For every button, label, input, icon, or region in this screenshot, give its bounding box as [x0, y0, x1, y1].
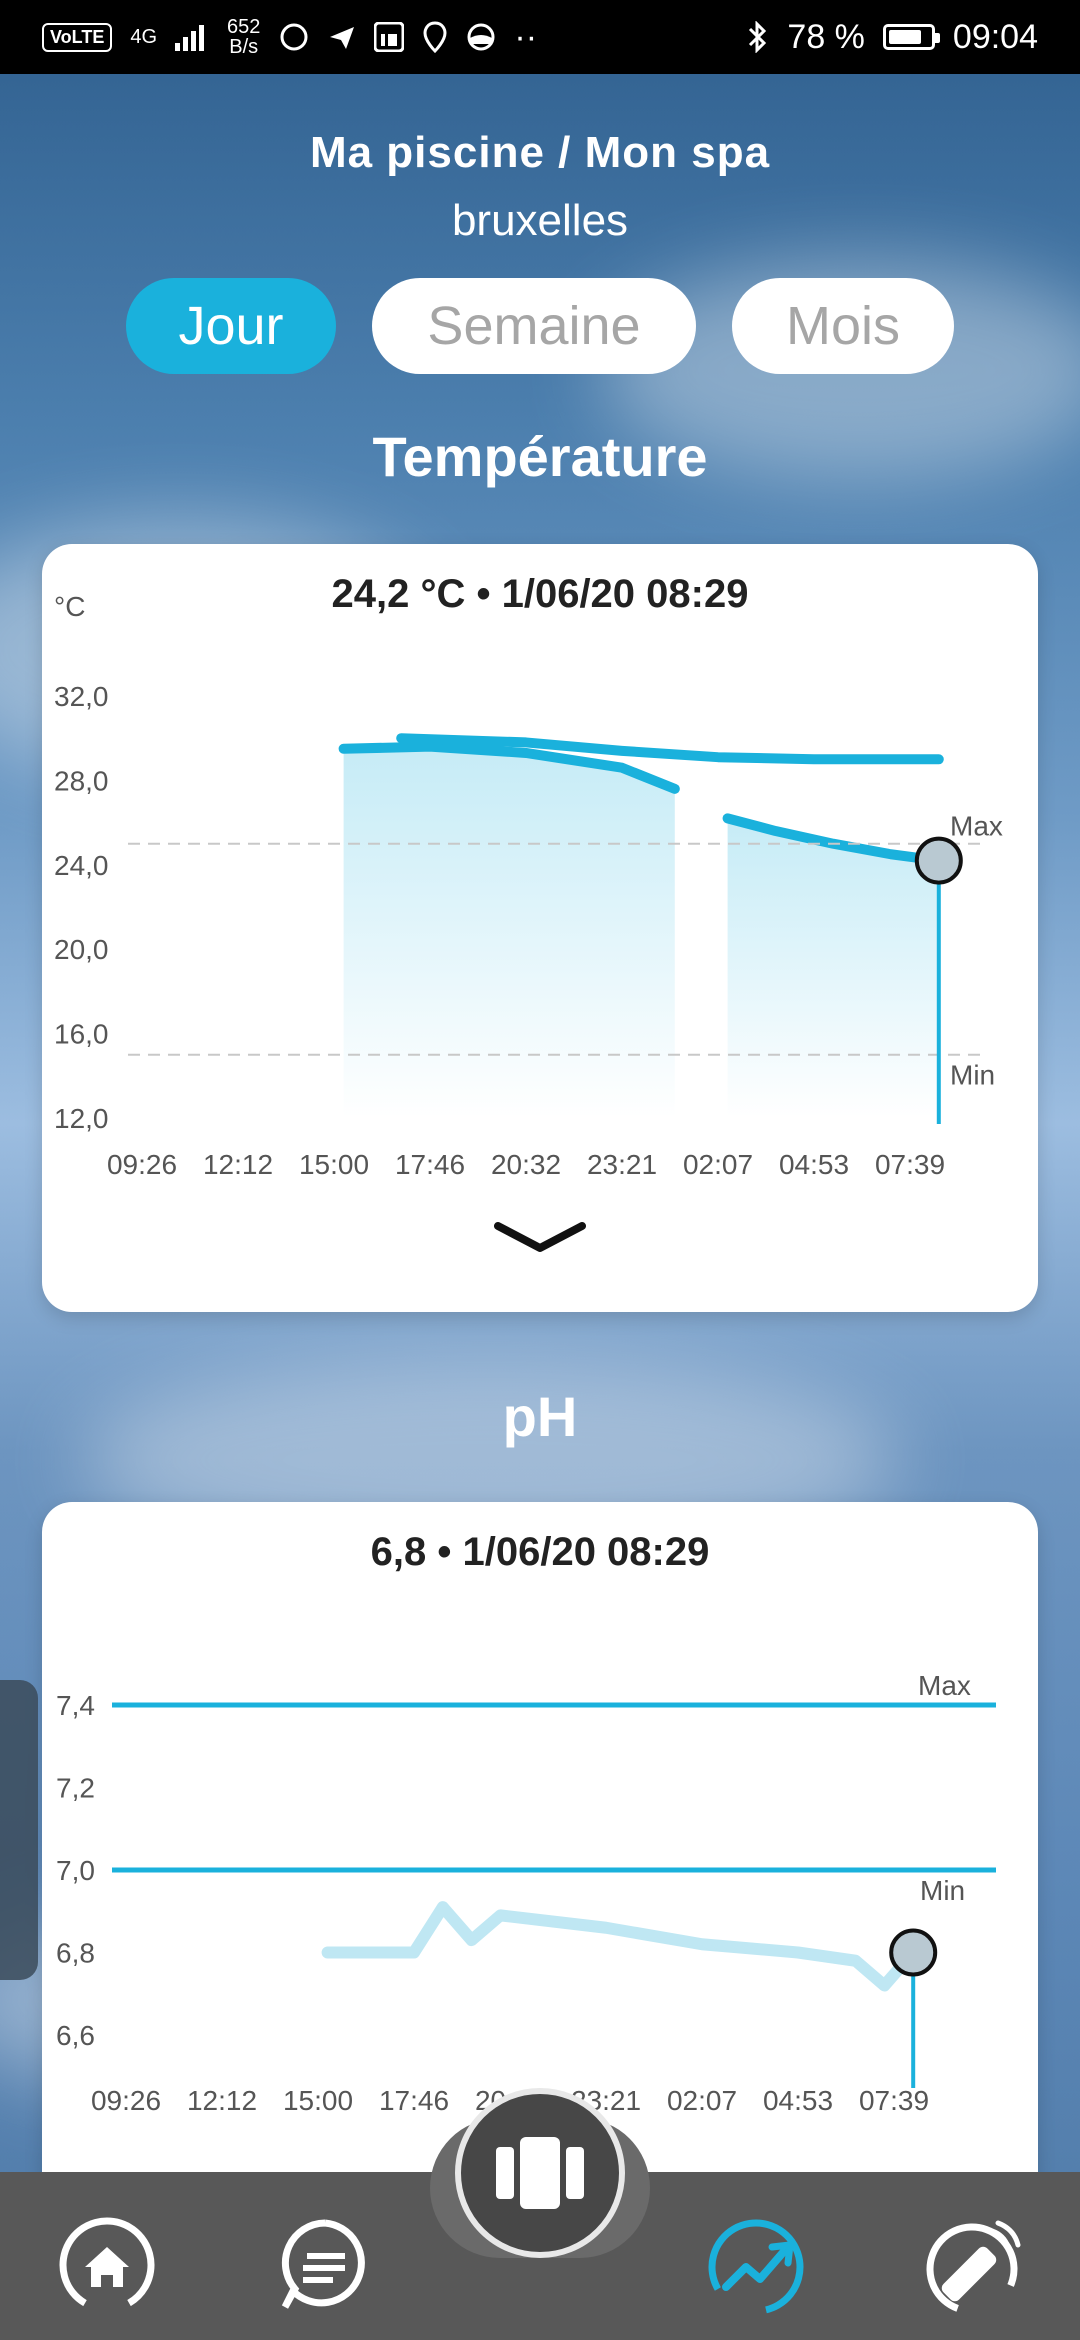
nav-home[interactable]: [52, 2210, 162, 2320]
location-subtitle: bruxelles: [451, 196, 629, 245]
tab-jour[interactable]: Jour: [126, 278, 336, 374]
y-tick-label: 16,0: [54, 1019, 109, 1050]
net-speed: 652 B/s: [227, 17, 260, 57]
tab-mois[interactable]: Mois: [732, 278, 954, 374]
signal-label: 4G: [130, 26, 158, 48]
messages-icon: [281, 2219, 365, 2309]
signal-icon: [175, 25, 205, 51]
max-label: Max: [918, 1670, 971, 1701]
temperature-card: 24,2 °C • 1/06/20 08:29 °C 32,0 28,0 24,0 2…: [42, 544, 1038, 1312]
pool-app-icon: [467, 23, 495, 51]
x-tick-label: 23:21: [587, 1149, 657, 1180]
net-speed-value: 652: [227, 16, 261, 38]
x-tick-label: 12:12: [203, 1149, 273, 1180]
x-tick-label: 09:26: [91, 2085, 161, 2116]
center-device-icon: [496, 2137, 584, 2209]
y-tick-label: 6,6: [56, 2020, 95, 2051]
nav-remote[interactable]: [920, 2210, 1030, 2320]
x-tick-label: 17:46: [379, 2085, 449, 2116]
chevron-down-icon[interactable]: [490, 1214, 590, 1264]
page-title: Ma piscine / Mon spa: [309, 128, 771, 177]
battery-icon: [882, 24, 940, 50]
temperature-chart[interactable]: °C 32,0 28,0 24,0 20,0 16,0 12,0 09:26 12:12 15…: [42, 544, 1038, 1312]
x-tick-label: 09:26: [107, 1149, 177, 1180]
whatsapp-icon: [280, 23, 308, 51]
nav-stats[interactable]: [702, 2210, 812, 2320]
current-value-marker[interactable]: [914, 836, 963, 885]
ph-section-title: pH: [502, 1385, 578, 1448]
y-tick-label: 7,2: [56, 1773, 95, 1804]
min-label: Min: [920, 1875, 965, 1906]
status-bar: VoLTE 4G 652 B/s ·· 78 % 09:04: [0, 0, 1080, 74]
temperature-area: [343, 746, 675, 1118]
x-tick-label: 07:39: [859, 2085, 929, 2116]
x-tick-label: 02:07: [683, 1149, 753, 1180]
clock: 09:04: [952, 17, 1038, 56]
x-tick-label: 02:07: [667, 2085, 737, 2116]
current-value-marker[interactable]: [889, 1928, 938, 1977]
min-label: Min: [950, 1060, 995, 1091]
y-tick-label: 7,0: [56, 1855, 95, 1886]
side-drawer-handle[interactable]: [0, 1680, 38, 1980]
x-tick-label: 15:00: [299, 1149, 369, 1180]
y-tick-label: 24,0: [54, 850, 109, 881]
tab-semaine[interactable]: Semaine: [372, 278, 696, 374]
network-badge: VoLTE: [42, 22, 113, 52]
x-tick-label: 15:00: [283, 2085, 353, 2116]
more-notifications: ··: [514, 17, 538, 56]
x-tick-label: 20:32: [491, 1149, 561, 1180]
temperature-section-title: Température: [372, 425, 708, 488]
x-tick-label: 12:12: [187, 2085, 257, 2116]
stats-icon: [708, 2219, 804, 2315]
y-tick-label: 28,0: [54, 765, 109, 796]
y-tick-label: 20,0: [54, 934, 109, 965]
ph-series-line: [321, 1901, 920, 1992]
x-tick-label: 17:46: [395, 1149, 465, 1180]
nav-messages[interactable]: [270, 2210, 380, 2320]
y-tick-label: 7,4: [56, 1690, 95, 1721]
bluetooth-icon: [749, 21, 767, 53]
battery-percent: 78 %: [787, 17, 865, 56]
x-tick-label: 04:53: [779, 1149, 849, 1180]
temperature-area: [727, 818, 939, 1118]
linkedin-icon: [374, 22, 405, 52]
y-tick-label: 12,0: [54, 1103, 109, 1134]
home-icon: [59, 2217, 155, 2313]
y-tick-label: 32,0: [54, 681, 109, 712]
temperature-unit-label: °C: [54, 591, 85, 622]
x-tick-label: 07:39: [875, 1149, 945, 1180]
remote-icon: [926, 2220, 1021, 2315]
max-label: Max: [950, 811, 1003, 842]
telegram-icon: [330, 27, 355, 49]
location-icon: [423, 21, 447, 53]
net-speed-unit: B/s: [229, 36, 259, 58]
center-action-button[interactable]: [455, 2088, 625, 2258]
y-tick-label: 6,8: [56, 1938, 95, 1969]
x-tick-label: 04:53: [763, 2085, 833, 2116]
